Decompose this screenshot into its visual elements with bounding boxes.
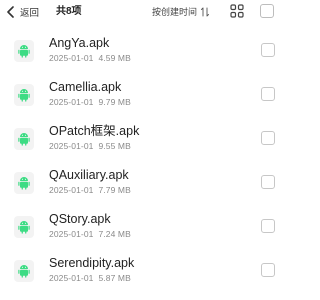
file-meta: 2025-01-01 7.79 MB <box>49 184 131 196</box>
list-item[interactable]: OPatch框架.apk 2025-01-01 9.55 MB <box>0 118 285 162</box>
android-apk-icon <box>14 172 34 194</box>
file-size: 4.59 MB <box>98 53 131 63</box>
back-button[interactable]: 返回 <box>6 4 39 20</box>
list-item[interactable]: QAuxiliary.apk 2025-01-01 7.79 MB <box>0 162 285 206</box>
list-item[interactable]: Camellia.apk 2025-01-01 9.79 MB <box>0 74 285 118</box>
row-checkbox[interactable] <box>261 219 275 233</box>
item-count: 共8项 <box>56 6 82 17</box>
file-date: 2025-01-01 <box>49 141 94 151</box>
file-size: 9.55 MB <box>98 141 131 151</box>
file-date: 2025-01-01 <box>49 185 94 195</box>
back-label: 返回 <box>20 8 40 19</box>
file-meta: 2025-01-01 4.59 MB <box>49 52 131 64</box>
grid-view-icon[interactable] <box>230 4 244 18</box>
android-apk-icon <box>14 216 34 238</box>
row-checkbox[interactable] <box>261 131 275 145</box>
sort-label: 按创建时间 <box>152 7 198 17</box>
file-name: AngYa.apk <box>49 36 110 50</box>
file-meta: 2025-01-01 5.87 MB <box>49 272 131 284</box>
file-date: 2025-01-01 <box>49 97 94 107</box>
sort-order-icon <box>201 7 209 17</box>
select-all-checkbox[interactable] <box>260 4 274 18</box>
file-date: 2025-01-01 <box>49 229 94 239</box>
file-meta: 2025-01-01 9.79 MB <box>49 96 131 108</box>
file-name: QAuxiliary.apk <box>49 168 129 182</box>
android-apk-icon <box>14 40 34 62</box>
row-checkbox[interactable] <box>261 175 275 189</box>
file-name: Serendipity.apk <box>49 256 135 270</box>
list-item[interactable]: Serendipity.apk 2025-01-01 5.87 MB <box>0 250 285 294</box>
file-meta: 2025-01-01 9.55 MB <box>49 140 131 152</box>
chevron-left-icon <box>7 6 14 18</box>
sort-button[interactable]: 按创建时间 <box>152 4 209 20</box>
file-name: QStory.apk <box>49 212 111 226</box>
file-date: 2025-01-01 <box>49 53 94 63</box>
file-size: 9.79 MB <box>98 97 131 107</box>
android-apk-icon <box>14 84 34 106</box>
file-name: Camellia.apk <box>49 80 122 94</box>
row-checkbox[interactable] <box>261 43 275 57</box>
list-item[interactable]: AngYa.apk 2025-01-01 4.59 MB <box>0 30 285 74</box>
file-size: 7.24 MB <box>98 229 131 239</box>
top-bar: 返回 共8项 按创建时间 <box>0 0 285 24</box>
row-checkbox[interactable] <box>261 87 275 101</box>
android-apk-icon <box>14 128 34 150</box>
file-date: 2025-01-01 <box>49 273 94 283</box>
file-size: 5.87 MB <box>98 273 131 283</box>
list-item[interactable]: QStory.apk 2025-01-01 7.24 MB <box>0 206 285 250</box>
file-name: OPatch框架.apk <box>49 124 140 138</box>
file-meta: 2025-01-01 7.24 MB <box>49 228 131 240</box>
file-size: 7.79 MB <box>98 185 131 195</box>
android-apk-icon <box>14 260 34 282</box>
row-checkbox[interactable] <box>261 263 275 277</box>
